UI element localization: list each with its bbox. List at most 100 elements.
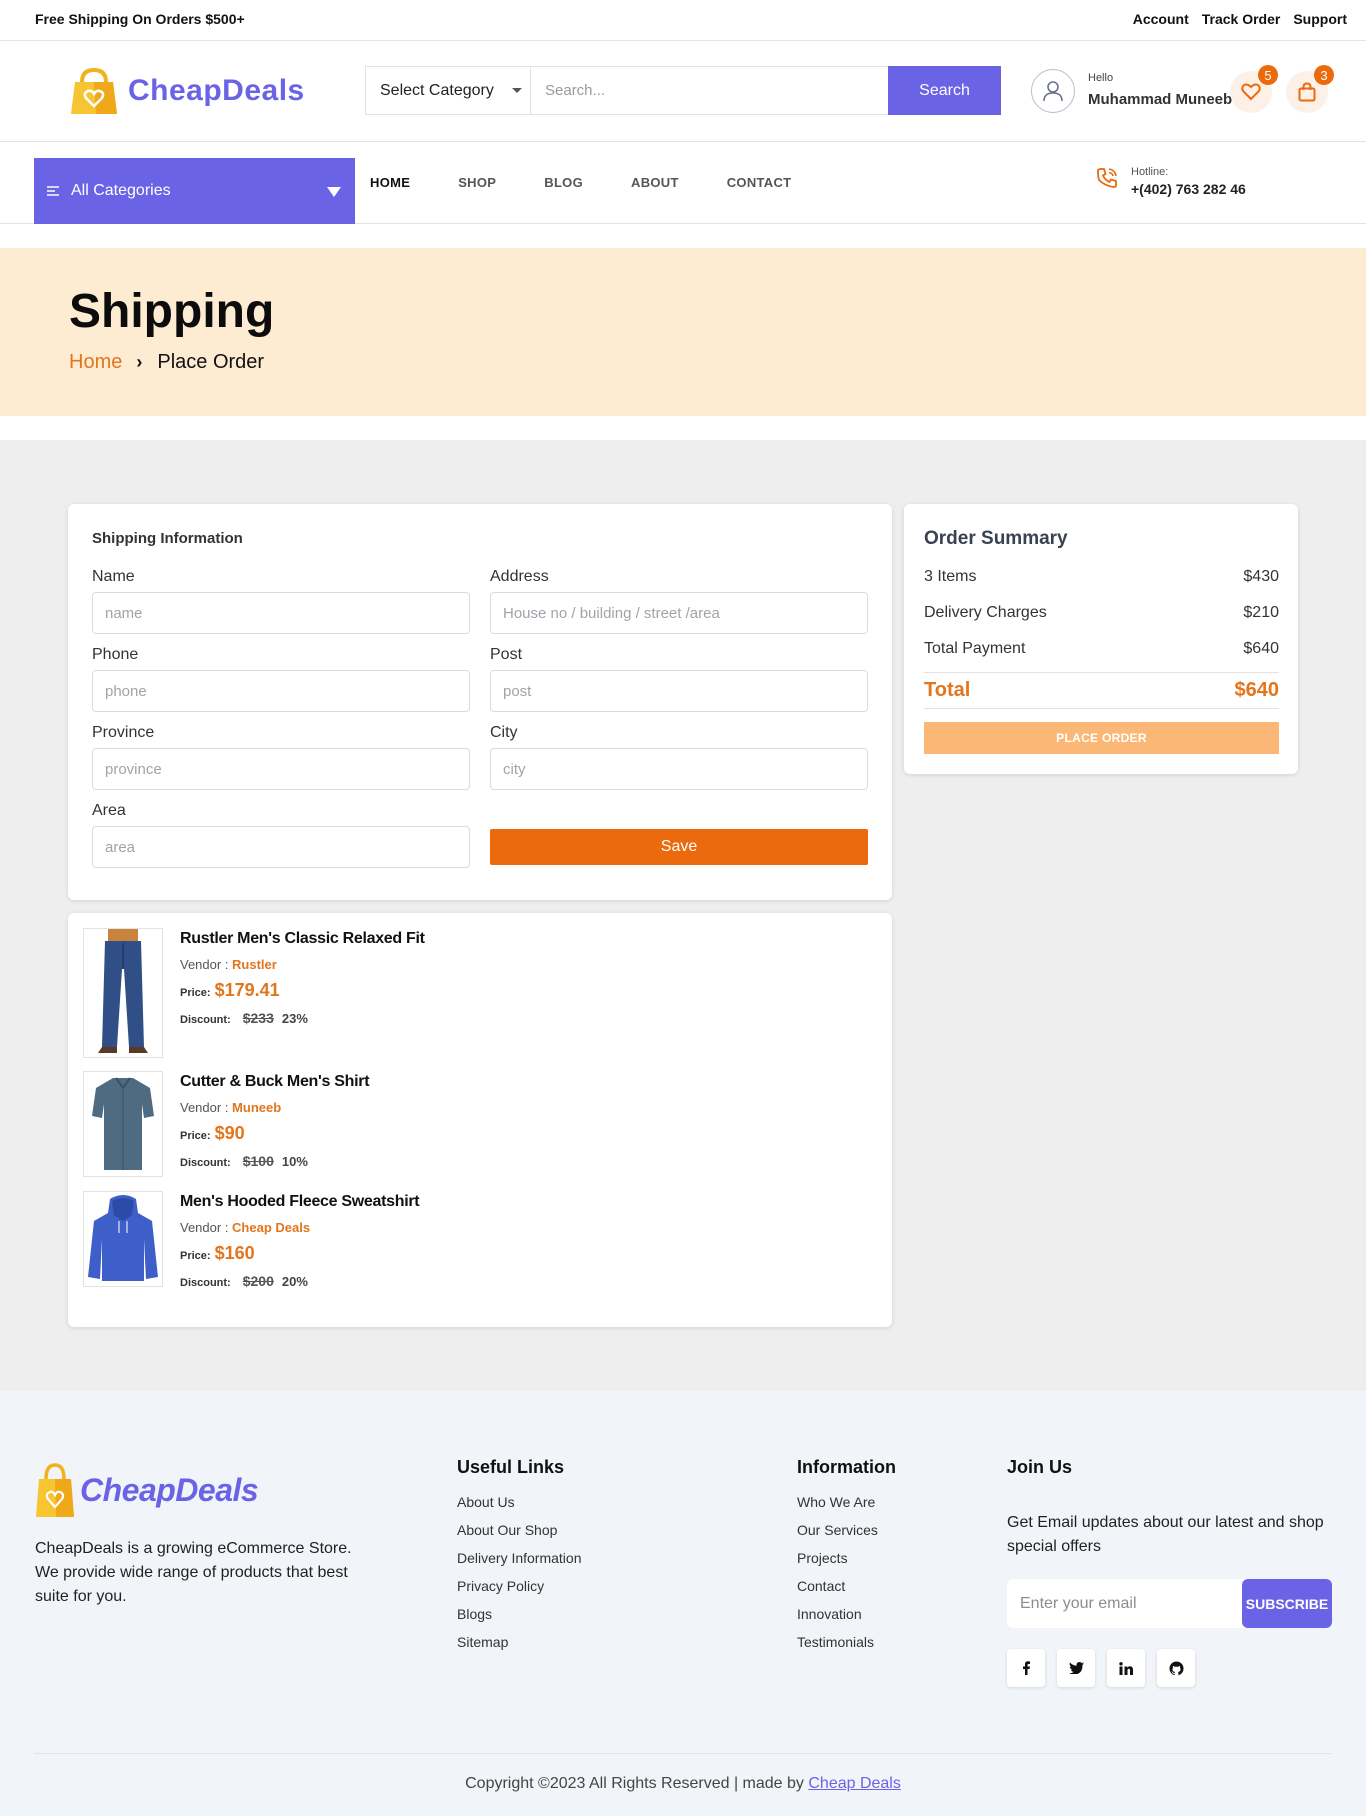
price-value: $90 — [214, 1123, 245, 1143]
vendor-name[interactable]: Cheap Deals — [232, 1220, 310, 1235]
order-items-card: Rustler Men's Classic Relaxed Fit Vendor… — [68, 913, 892, 1327]
facebook-icon[interactable] — [1007, 1649, 1045, 1687]
product-image[interactable] — [83, 1191, 163, 1287]
footer-link-blogs[interactable]: Blogs — [457, 1600, 582, 1628]
footer-link-about-us[interactable]: About Us — [457, 1488, 582, 1516]
phone-field[interactable] — [92, 670, 470, 712]
address-field[interactable] — [490, 592, 868, 634]
copyright-text: Copyright ©2023 All Rights Reserved | ma… — [465, 1775, 809, 1792]
search-button[interactable]: Search — [888, 66, 1001, 115]
discount-percent: 20% — [281, 1274, 308, 1289]
product-name[interactable]: Rustler Men's Classic Relaxed Fit — [180, 930, 425, 948]
linkedin-icon[interactable] — [1107, 1649, 1145, 1687]
logo-text: CheapDeals — [128, 74, 305, 107]
nav-menu: HOME SHOP BLOG ABOUT CONTACT — [370, 175, 839, 190]
city-field[interactable] — [490, 748, 868, 790]
footer-link-innovation[interactable]: Innovation — [797, 1600, 896, 1628]
search-input[interactable] — [531, 67, 888, 114]
github-icon[interactable] — [1157, 1649, 1195, 1687]
list-item: Cutter & Buck Men's Shirt Vendor : Munee… — [83, 1071, 863, 1177]
footer-link-who-we-are[interactable]: Who We Are — [797, 1488, 896, 1516]
nav-blog[interactable]: BLOG — [544, 175, 583, 190]
vendor: Vendor : Muneeb — [180, 1100, 281, 1115]
price: Price: $90 — [180, 1123, 245, 1144]
all-categories-button[interactable]: All Categories — [34, 158, 355, 224]
hotline[interactable]: Hotline: +(402) 763 282 46 — [1095, 166, 1246, 197]
social-links — [1007, 1649, 1195, 1687]
product-name[interactable]: Cutter & Buck Men's Shirt — [180, 1073, 370, 1091]
footer-link-testimonials[interactable]: Testimonials — [797, 1628, 896, 1656]
wishlist-button[interactable]: 5 — [1230, 65, 1278, 113]
footer-link-sitemap[interactable]: Sitemap — [457, 1628, 582, 1656]
price-label: Price: — [180, 1130, 211, 1142]
user-avatar-icon[interactable] — [1031, 69, 1075, 113]
all-categories-label: All Categories — [71, 182, 171, 199]
category-select-value: Select Category — [380, 81, 494, 99]
old-price: $200 — [242, 1273, 274, 1289]
subscribe-button[interactable]: SUBSCRIBE — [1242, 1579, 1332, 1628]
price-value: $179.41 — [214, 980, 280, 1000]
nav-about[interactable]: ABOUT — [631, 175, 679, 190]
useful-links-column: Useful Links About Us About Our Shop Del… — [457, 1457, 582, 1656]
nav-contact[interactable]: CONTACT — [727, 175, 792, 190]
email-field[interactable] — [1007, 1579, 1242, 1628]
save-button[interactable]: Save — [490, 829, 868, 865]
account-link[interactable]: Account — [1133, 11, 1189, 27]
product-image[interactable] — [83, 1071, 163, 1177]
useful-links-title: Useful Links — [457, 1457, 565, 1477]
list-item: Rustler Men's Classic Relaxed Fit Vendor… — [83, 928, 863, 1058]
province-field[interactable] — [92, 748, 470, 790]
post-field[interactable] — [490, 670, 868, 712]
vendor-label: Vendor : — [180, 1220, 233, 1235]
track-order-link[interactable]: Track Order — [1202, 11, 1281, 27]
hotline-number: +(402) 763 282 46 — [1131, 181, 1246, 197]
vendor: Vendor : Rustler — [180, 957, 277, 972]
name-field[interactable] — [92, 592, 470, 634]
old-price: $233 — [242, 1010, 274, 1026]
discount-percent: 23% — [281, 1011, 308, 1026]
shipping-information-card: Shipping Information Name Address Phone … — [68, 504, 892, 900]
cart-button[interactable]: 3 — [1286, 65, 1334, 113]
post-label: Post — [490, 646, 523, 663]
summary-value: $210 — [1243, 604, 1279, 621]
price-value: $160 — [214, 1243, 255, 1263]
area-field[interactable] — [92, 826, 470, 868]
product-name[interactable]: Men's Hooded Fleece Sweatshirt — [180, 1193, 420, 1211]
product-image[interactable] — [83, 928, 163, 1058]
footer-link-delivery-information[interactable]: Delivery Information — [457, 1544, 582, 1572]
address-label: Address — [490, 568, 549, 585]
user-name[interactable]: Muhammad Muneeb — [1088, 91, 1232, 108]
place-order-button[interactable]: PLACE ORDER — [924, 722, 1279, 754]
caret-down-icon — [327, 187, 341, 197]
made-by-link[interactable]: Cheap Deals — [808, 1775, 901, 1792]
discount-label: Discount: — [180, 1014, 231, 1026]
footer-link-projects[interactable]: Projects — [797, 1544, 896, 1572]
hoodie-image — [88, 1195, 158, 1281]
footer-link-privacy-policy[interactable]: Privacy Policy — [457, 1572, 582, 1600]
vendor-name[interactable]: Muneeb — [232, 1100, 281, 1115]
site-logo[interactable]: CheapDeals — [70, 66, 305, 116]
breadcrumb-home[interactable]: Home — [69, 351, 122, 374]
support-link[interactable]: Support — [1293, 11, 1347, 27]
header: CheapDeals Select Category Search Hello … — [0, 41, 1366, 142]
old-price: $100 — [242, 1153, 274, 1169]
main-content: Shipping Information Name Address Phone … — [0, 440, 1366, 1391]
footer-link-about-our-shop[interactable]: About Our Shop — [457, 1516, 582, 1544]
twitter-icon[interactable] — [1057, 1649, 1095, 1687]
discount: Discount: $200 20% — [180, 1273, 308, 1289]
category-select[interactable]: Select Category — [366, 67, 531, 114]
shopping-bag-logo-icon — [36, 1463, 74, 1517]
heart-icon — [1241, 83, 1261, 101]
search-bar: Select Category Search — [365, 66, 1001, 115]
footer-logo[interactable]: CheapDeals — [36, 1461, 259, 1519]
footer-link-our-services[interactable]: Our Services — [797, 1516, 896, 1544]
shopping-bag-logo-icon — [71, 67, 117, 114]
jeans-image — [98, 929, 148, 1053]
total-label: Total — [924, 679, 971, 701]
footer-link-contact[interactable]: Contact — [797, 1572, 896, 1600]
nav-shop[interactable]: SHOP — [458, 175, 496, 190]
vendor-name[interactable]: Rustler — [232, 957, 277, 972]
nav-home[interactable]: HOME — [370, 175, 410, 190]
summary-row-delivery: Delivery Charges $210 — [924, 604, 1279, 622]
footer-description: CheapDeals is a growing eCommerce Store.… — [35, 1540, 352, 1605]
